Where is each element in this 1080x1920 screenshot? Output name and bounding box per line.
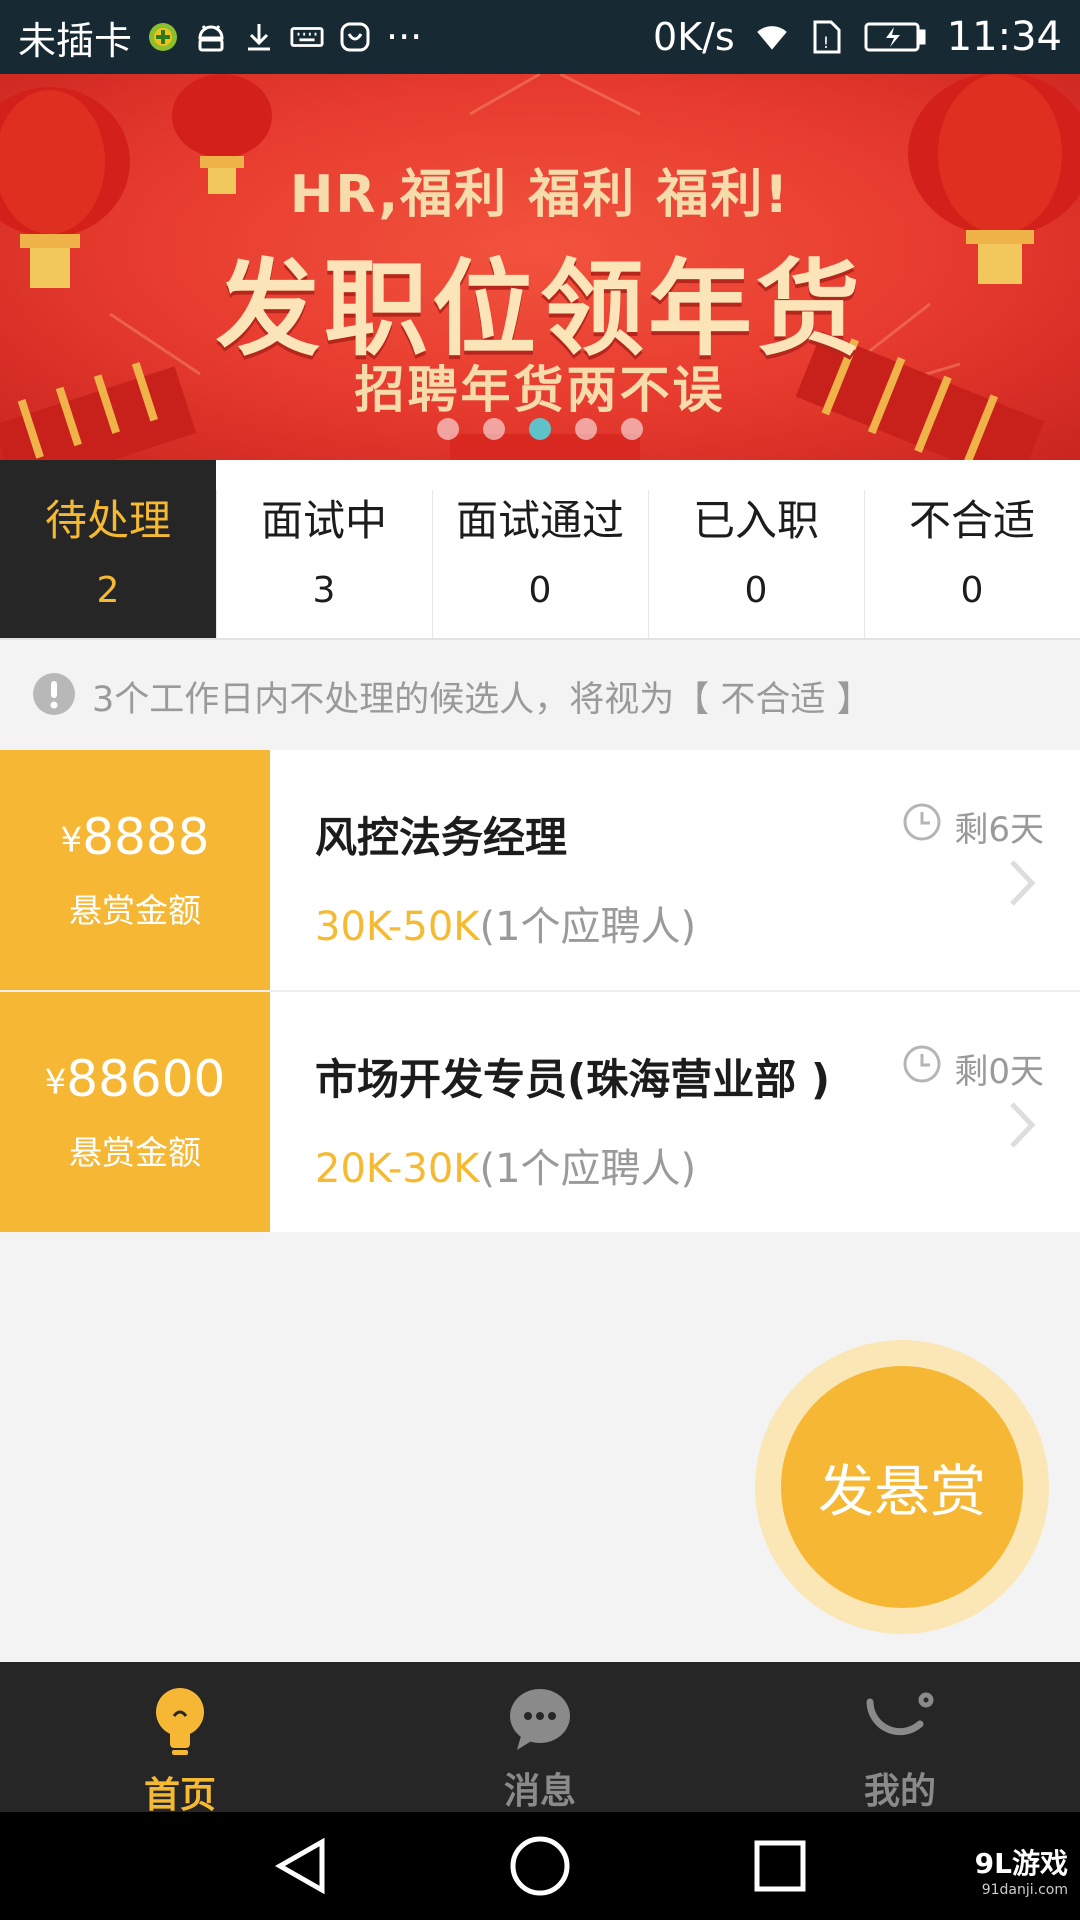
- page-dot[interactable]: [575, 418, 597, 440]
- reward-panel: ¥88600 悬赏金额: [0, 992, 270, 1232]
- post-bounty-label: 发悬赏: [818, 1459, 986, 1525]
- page-dot[interactable]: [483, 418, 505, 440]
- banner-tagline: 招聘年货两不误: [354, 361, 726, 419]
- salary-range: 30K-50K: [315, 904, 480, 950]
- banner-pagination: [0, 418, 1080, 440]
- job-card[interactable]: ¥88600 悬赏金额 市场开发专员(珠海营业部 ) 20K-30K(1个应聘人…: [0, 992, 1080, 1232]
- recents-square-icon[interactable]: [748, 1834, 812, 1898]
- watermark-brand: 9L游戏: [974, 1847, 1068, 1880]
- lightbulb-icon: [150, 1686, 210, 1760]
- android-icon: [194, 20, 228, 54]
- plus-badge-icon: [146, 20, 180, 54]
- tab-label: 待处理: [44, 496, 171, 545]
- bottom-nav: 首页 消息 我的: [0, 1662, 1080, 1816]
- job-salary-line: 20K-30K(1个应聘人): [315, 1136, 696, 1194]
- network-speed: 0K/s: [653, 15, 735, 59]
- keyboard-icon: [290, 20, 324, 54]
- banner-subtitle: HR,福利 福利 福利!: [289, 165, 791, 225]
- reward-panel: ¥8888 悬赏金额: [0, 750, 270, 990]
- page-dot[interactable]: [621, 418, 643, 440]
- battery-icon: [863, 20, 927, 54]
- reward-value: 88600: [66, 1050, 226, 1108]
- reward-amount: ¥8888: [61, 808, 210, 866]
- applicant-count: (1个应聘人): [479, 904, 697, 950]
- job-card[interactable]: ¥8888 悬赏金额 风控法务经理 30K-50K(1个应聘人) 剩6天: [0, 750, 1080, 990]
- job-info: 市场开发专员(珠海营业部 ) 20K-30K(1个应聘人) 剩0天: [270, 992, 1080, 1232]
- svg-text:!: !: [823, 33, 829, 52]
- tab-hired[interactable]: 已入职 0: [648, 460, 864, 638]
- remaining-days: 剩6天: [954, 810, 1044, 850]
- tab-count: 0: [528, 570, 552, 611]
- remaining-days: 剩0天: [954, 1052, 1044, 1092]
- chevron-right-icon[interactable]: [1006, 858, 1036, 912]
- reward-amount: ¥88600: [45, 1050, 226, 1108]
- job-title: 市场开发专员(珠海营业部 ): [315, 1055, 831, 1104]
- tab-count: 0: [744, 570, 768, 611]
- status-bar: 未插卡 ··· 0K/s ! 11:34: [0, 0, 1080, 74]
- status-tabs: 待处理 2 面试中 3 面试通过 0 已入职 0 不合适 0: [0, 460, 1080, 640]
- notice-text: 3个工作日内不处理的候选人，将视为【 不合适 】: [92, 679, 872, 720]
- smile-arc-icon: [862, 1686, 938, 1756]
- carrier-label: 未插卡: [18, 18, 133, 63]
- tab-label: 不合适: [908, 496, 1035, 545]
- back-triangle-icon[interactable]: [268, 1834, 332, 1898]
- nav-label: 消息: [503, 1771, 576, 1812]
- clock-icon: [902, 1044, 942, 1093]
- page-dot[interactable]: [437, 418, 459, 440]
- tab-count: 0: [960, 570, 984, 611]
- job-info: 风控法务经理 30K-50K(1个应聘人) 剩6天: [270, 750, 1080, 990]
- applicant-count: (1个应聘人): [479, 1146, 697, 1192]
- currency-symbol: ¥: [44, 1062, 67, 1103]
- nav-label: 我的: [863, 1771, 936, 1812]
- tab-label: 面试中: [260, 496, 387, 545]
- page-dot-active[interactable]: [529, 418, 551, 440]
- home-circle-icon[interactable]: [508, 1834, 572, 1898]
- job-title: 风控法务经理: [315, 813, 568, 862]
- reward-value: 8888: [82, 808, 210, 866]
- nav-home[interactable]: 首页: [0, 1662, 360, 1816]
- system-nav-bar: 9L游戏 91danji.com: [0, 1812, 1080, 1920]
- tab-count: 2: [96, 570, 120, 611]
- more-notifications-icon: ···: [386, 15, 423, 59]
- post-bounty-button[interactable]: 发悬赏: [781, 1366, 1023, 1608]
- wifi-icon: [755, 20, 789, 54]
- currency-symbol: ¥: [60, 820, 83, 861]
- time-remaining: 剩6天: [902, 802, 1044, 851]
- sim-icon: !: [809, 20, 843, 54]
- time-remaining: 剩0天: [902, 1044, 1044, 1093]
- clock-icon: [902, 802, 942, 851]
- reward-label: 悬赏金额: [69, 1133, 201, 1172]
- tab-interviewing[interactable]: 面试中 3: [216, 460, 432, 638]
- warning-icon: [32, 672, 76, 720]
- chat-bubble-icon: [507, 1686, 573, 1756]
- nav-label: 首页: [143, 1775, 216, 1816]
- tab-unsuitable[interactable]: 不合适 0: [864, 460, 1080, 638]
- tab-interview-passed[interactable]: 面试通过 0: [432, 460, 648, 638]
- job-salary-line: 30K-50K(1个应聘人): [315, 894, 696, 952]
- chevron-right-icon[interactable]: [1006, 1100, 1036, 1154]
- reward-label: 悬赏金额: [69, 891, 201, 930]
- tab-label: 面试通过: [455, 496, 624, 545]
- download-icon: [242, 20, 276, 54]
- notice-bar: 3个工作日内不处理的候选人，将视为【 不合适 】: [0, 642, 1080, 750]
- watermark: 9L游戏 91danji.com: [975, 1842, 1068, 1898]
- watermark-url: 91danji.com: [981, 1882, 1068, 1898]
- promo-banner[interactable]: HR,福利 福利 福利! 发职位领年货 招聘年货两不误: [0, 74, 1080, 460]
- tab-count: 3: [312, 570, 336, 611]
- huawei-icon: [338, 20, 372, 54]
- tab-label: 已入职: [692, 496, 819, 545]
- nav-profile[interactable]: 我的: [720, 1662, 1080, 1812]
- clock: 11:34: [946, 14, 1062, 60]
- tab-pending[interactable]: 待处理 2: [0, 460, 216, 638]
- salary-range: 20K-30K: [315, 1146, 480, 1192]
- nav-messages[interactable]: 消息: [360, 1662, 720, 1812]
